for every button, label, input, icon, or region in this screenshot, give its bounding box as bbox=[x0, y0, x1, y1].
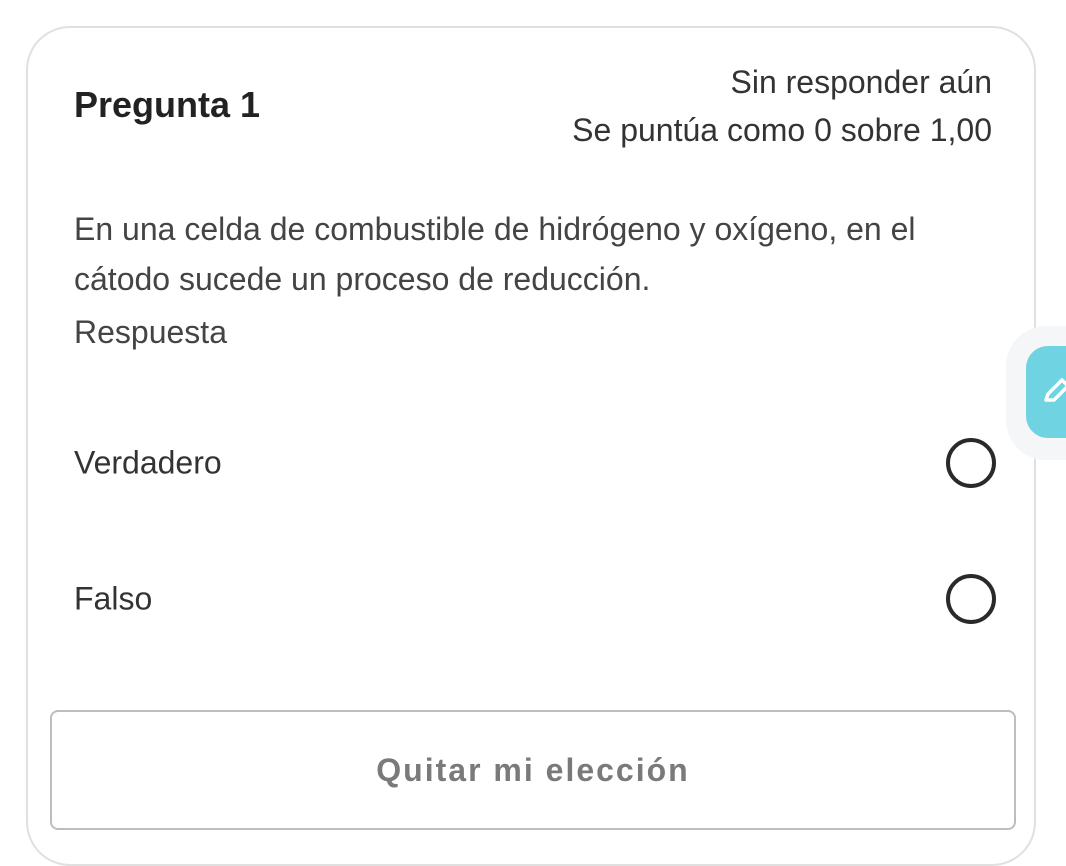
question-text: En una celda de combustible de hidrógeno… bbox=[74, 211, 916, 297]
question-info: Sin responder aún Se puntúa como 0 sobre… bbox=[572, 58, 992, 154]
answer-label: Respuesta bbox=[74, 314, 227, 350]
radio-verdadero[interactable] bbox=[946, 438, 996, 488]
option-label: Verdadero bbox=[74, 444, 222, 481]
side-edit-tab[interactable] bbox=[1026, 346, 1066, 438]
question-card: Pregunta 1 Sin responder aún Se puntúa c… bbox=[26, 26, 1036, 866]
option-falso[interactable]: Falso bbox=[74, 569, 996, 629]
pencil-icon bbox=[1044, 378, 1066, 402]
question-grade: Se puntúa como 0 sobre 1,00 bbox=[572, 112, 992, 148]
option-verdadero[interactable]: Verdadero bbox=[74, 433, 996, 493]
clear-choice-button[interactable]: Quitar mi elección bbox=[50, 710, 1016, 830]
question-title: Pregunta 1 bbox=[74, 84, 261, 125]
radio-falso[interactable] bbox=[946, 574, 996, 624]
option-label: Falso bbox=[74, 580, 153, 617]
question-status: Sin responder aún bbox=[730, 64, 992, 100]
